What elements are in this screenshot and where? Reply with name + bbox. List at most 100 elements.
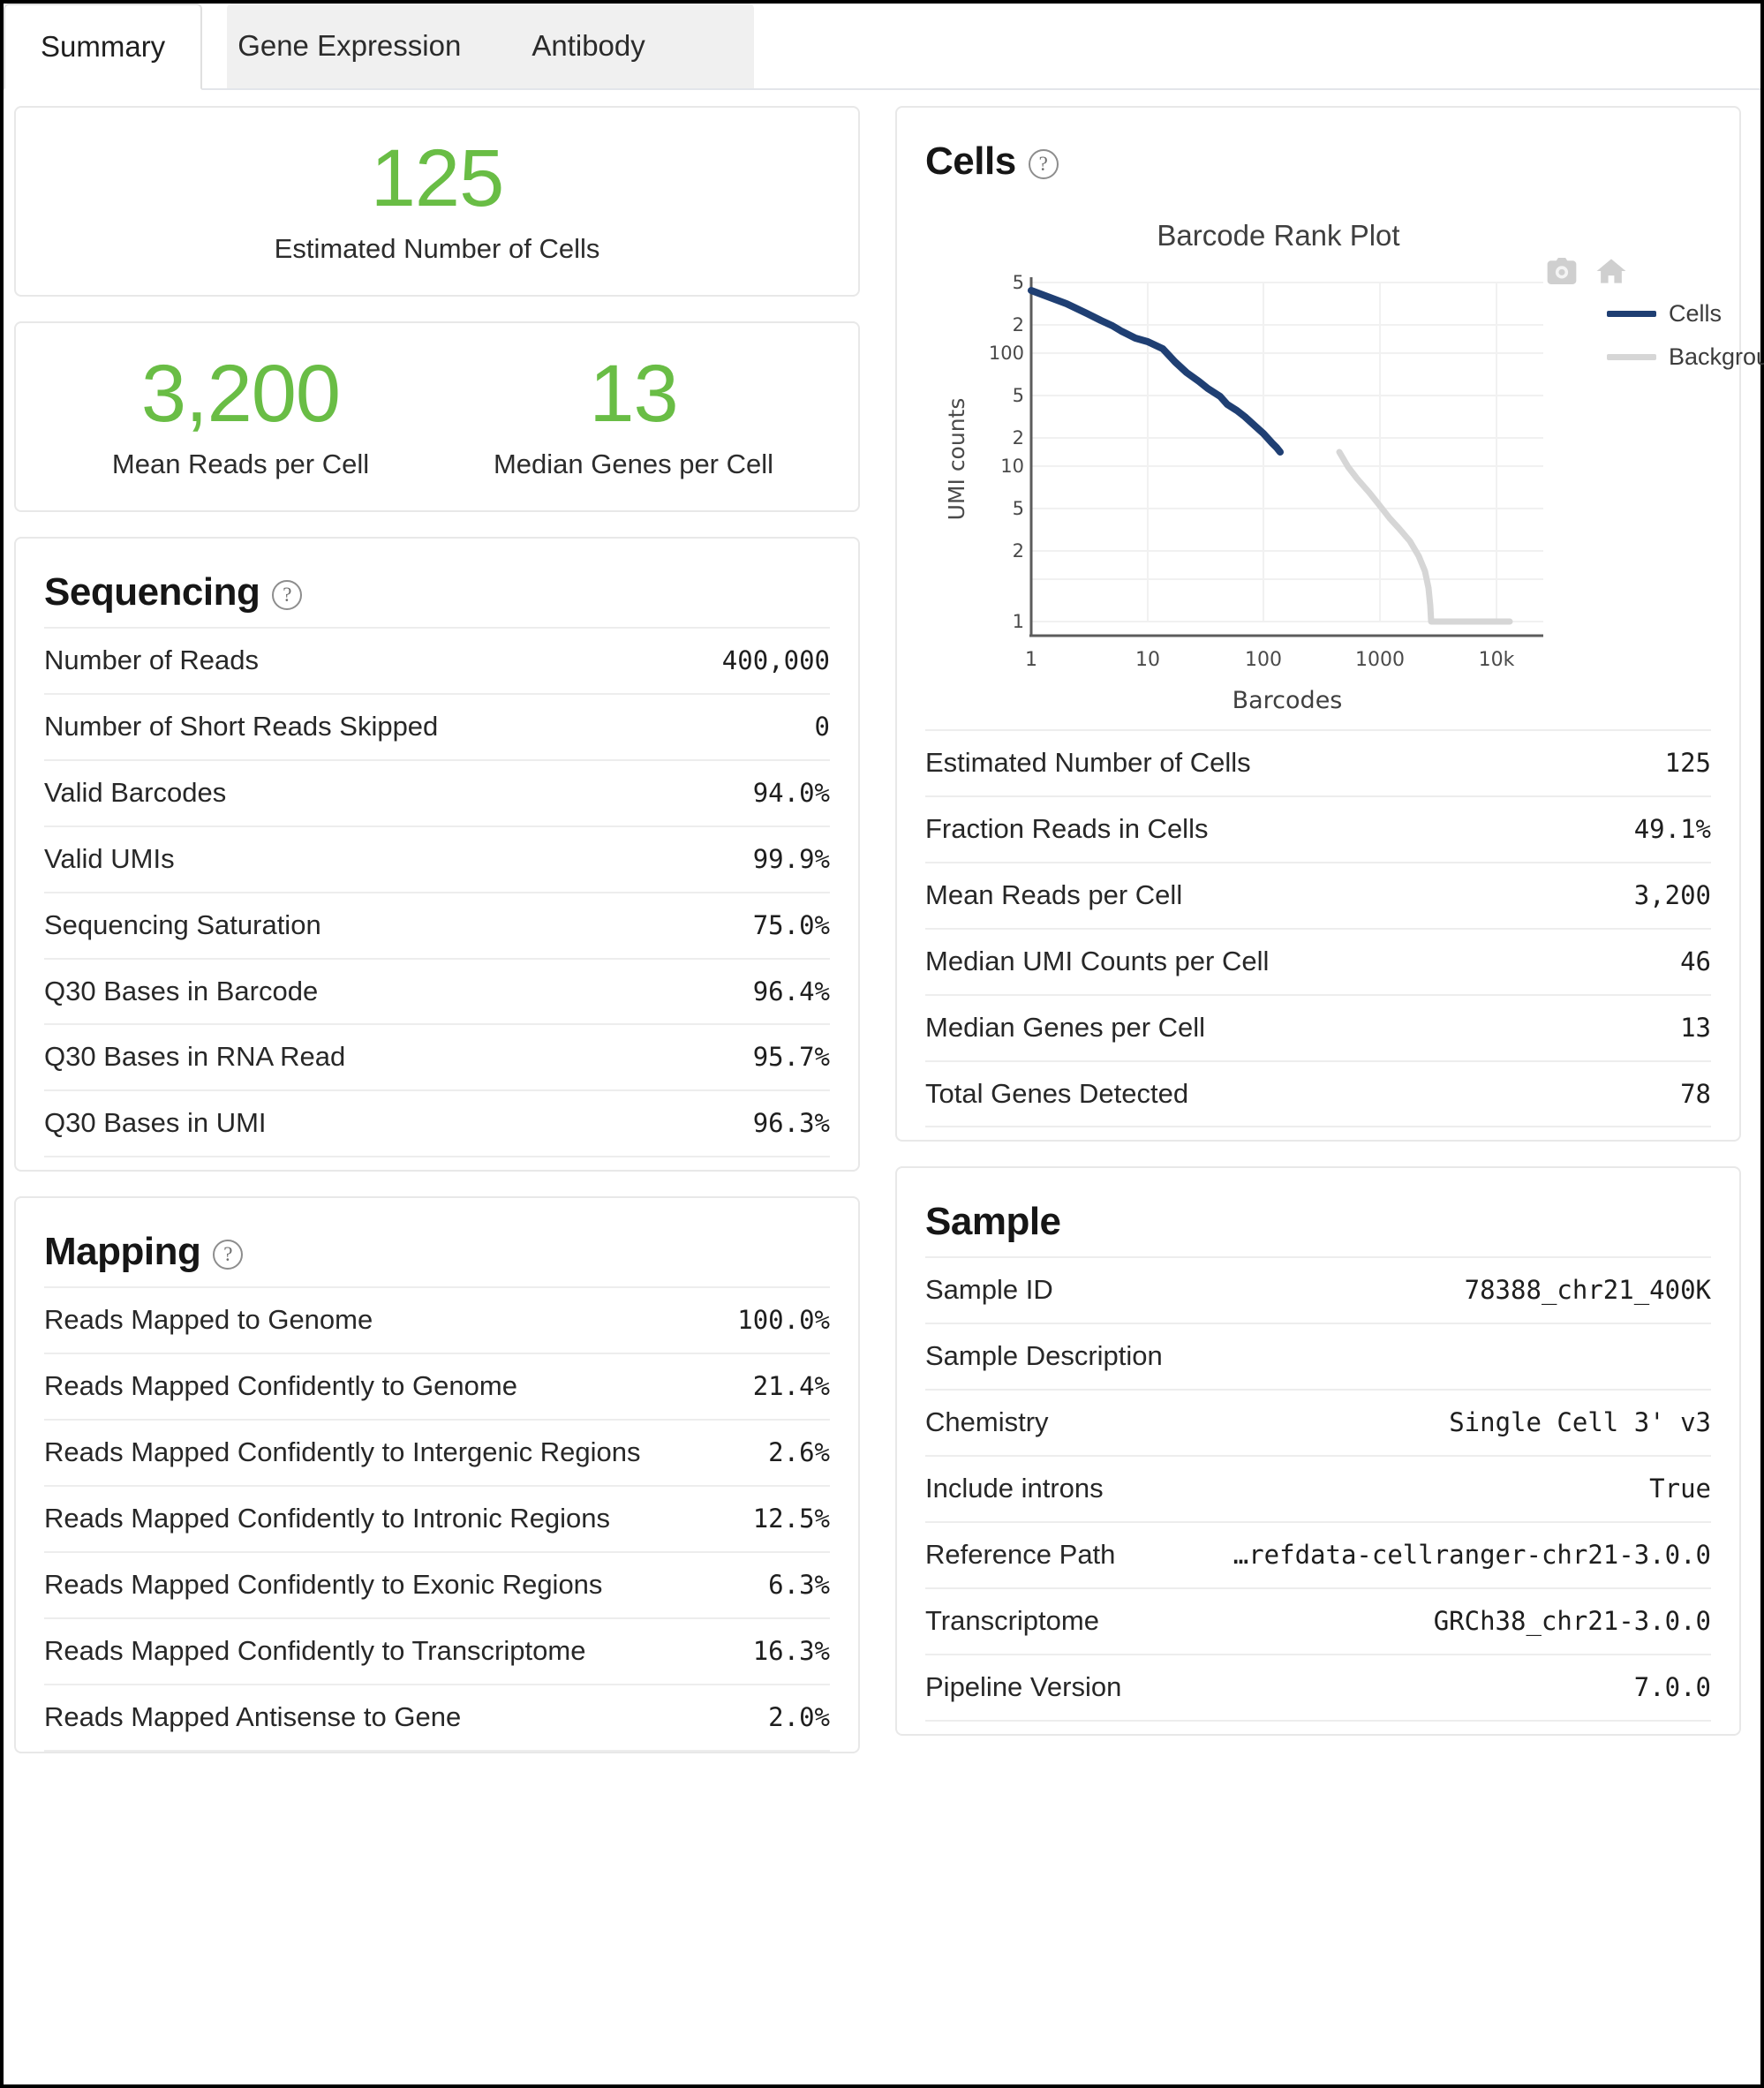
table-row-value: Single Cell 3' v3 bbox=[1449, 1407, 1711, 1438]
table-row: Number of Reads 400,000 bbox=[44, 628, 830, 694]
sequencing-table: Number of Reads 400,000 Number of Short Re… bbox=[44, 627, 830, 1157]
table-row-value: 2.0% bbox=[768, 1701, 830, 1732]
svg-text:1000: 1000 bbox=[1355, 649, 1405, 671]
table-row-value: 6.3% bbox=[768, 1569, 830, 1600]
table-row-key: Reads Mapped Antisense to Gene bbox=[44, 1700, 462, 1732]
table-row-value: 95.7% bbox=[752, 1042, 830, 1073]
table-row: Mean Reads per Cell 3,200 bbox=[925, 862, 1711, 929]
svg-text:1: 1 bbox=[1025, 649, 1037, 671]
table-row: Number of Short Reads Skipped 0 bbox=[44, 693, 830, 760]
table-row-key: Include introns bbox=[925, 1473, 1104, 1504]
help-icon[interactable]: ? bbox=[272, 580, 303, 610]
help-icon-glyph: ? bbox=[223, 1243, 233, 1266]
svg-text:10: 10 bbox=[1135, 649, 1160, 671]
tab-antibody-label: Antibody bbox=[531, 29, 645, 62]
table-row-key: Reads Mapped Confidently to Exonic Regio… bbox=[44, 1568, 603, 1600]
tab-summary[interactable]: Summary bbox=[4, 4, 203, 90]
table-row-key: Sequencing Saturation bbox=[44, 908, 321, 940]
mapping-table: Reads Mapped to Genome 100.0% Reads Mapped… bbox=[44, 1286, 830, 1751]
barcode-rank-plot-canvas[interactable]: 5 2 100 5 2 10 5 2 1 1 10 100 1000 10k U… bbox=[925, 256, 1720, 715]
table-row: Total Genes Detected 78 bbox=[925, 1060, 1711, 1127]
table-row: Reference Path …refdata-cellranger-chr21-… bbox=[925, 1522, 1711, 1588]
barcode-rank-plot[interactable]: Barcode Rank Plot 5 2 100 5 2 10 5 2 1 1… bbox=[925, 219, 1764, 714]
summary-page: 125 Estimated Number of Cells 3,200 Mean… bbox=[4, 90, 1764, 1753]
svg-text:1: 1 bbox=[1013, 611, 1024, 632]
plot-toolbar bbox=[1547, 258, 1626, 289]
plot-legend: Cells Background bbox=[1607, 300, 1764, 387]
table-row-key: Transcriptome bbox=[925, 1604, 1099, 1636]
table-row-value: 94.0% bbox=[752, 777, 830, 808]
tab-gene-expression[interactable]: Gene Expression bbox=[202, 4, 496, 88]
metric-estimated-cells: 125 Estimated Number of Cells bbox=[44, 138, 830, 265]
table-row: Sample Description bbox=[925, 1323, 1711, 1390]
svg-text:2: 2 bbox=[1013, 427, 1024, 449]
table-row-value: GRCh38_chr21-3.0.0 bbox=[1433, 1605, 1711, 1636]
tab-summary-label: Summary bbox=[41, 30, 166, 63]
table-row-value: 100.0% bbox=[737, 1305, 830, 1336]
sequencing-title: Sequencing bbox=[44, 570, 260, 614]
left-column: 125 Estimated Number of Cells 3,200 Mean… bbox=[14, 106, 860, 1753]
table-row-value: True bbox=[1649, 1474, 1711, 1504]
sequencing-table-spacer bbox=[44, 1157, 830, 1170]
table-row-value: 125 bbox=[1664, 748, 1711, 778]
table-row: Fraction Reads in Cells 49.1% bbox=[925, 795, 1711, 863]
svg-text:100: 100 bbox=[989, 343, 1024, 364]
legend-item-cells[interactable]: Cells bbox=[1607, 300, 1764, 328]
table-row-value: 400,000 bbox=[721, 645, 830, 675]
table-row: Reads Mapped Confidently to Intronic Reg… bbox=[44, 1485, 830, 1552]
table-row: Transcriptome GRCh38_chr21-3.0.0 bbox=[925, 1587, 1711, 1655]
svg-text:2: 2 bbox=[1013, 314, 1024, 335]
sequencing-table-body: Number of Reads 400,000 Number of Short Re… bbox=[44, 628, 830, 1157]
svg-text:2: 2 bbox=[1013, 540, 1024, 562]
table-row-key: Reference Path bbox=[925, 1539, 1116, 1571]
tab-gene-expression-label: Gene Expression bbox=[237, 29, 462, 62]
mapping-title: Mapping bbox=[44, 1230, 201, 1274]
home-icon[interactable] bbox=[1596, 258, 1626, 289]
svg-text:10k: 10k bbox=[1479, 649, 1515, 671]
table-row-key: Total Genes Detected bbox=[925, 1077, 1189, 1109]
sample-table-body: Sample ID 78388_chr21_400K Sample Descript… bbox=[925, 1257, 1711, 1721]
table-row: Valid UMIs 99.9% bbox=[44, 825, 830, 893]
table-row: Reads Mapped Confidently to Transcriptom… bbox=[44, 1617, 830, 1685]
table-row: Chemistry Single Cell 3' v3 bbox=[925, 1390, 1711, 1456]
table-row-value: 12.5% bbox=[752, 1503, 830, 1534]
tab-antibody[interactable]: Antibody bbox=[496, 4, 680, 88]
table-row-value: 96.4% bbox=[752, 976, 830, 1006]
table-row-value: 13 bbox=[1680, 1012, 1711, 1043]
table-row-value: 96.3% bbox=[752, 1108, 830, 1139]
legend-item-background[interactable]: Background bbox=[1607, 343, 1764, 371]
cells-heading: Cells ? bbox=[925, 108, 1711, 196]
table-row-value: 0 bbox=[814, 711, 830, 742]
table-row-value: 21.4% bbox=[752, 1371, 830, 1402]
sample-title: Sample bbox=[925, 1200, 1061, 1244]
table-row-value: 78388_chr21_400K bbox=[1464, 1275, 1711, 1306]
table-row-key: Valid Barcodes bbox=[44, 776, 227, 808]
card-estimated-cells: 125 Estimated Number of Cells bbox=[14, 106, 860, 297]
table-row: Sample ID 78388_chr21_400K bbox=[925, 1257, 1711, 1323]
legend-swatch-cells bbox=[1607, 311, 1656, 317]
table-row-value: 75.0% bbox=[752, 909, 830, 940]
help-icon-glyph: ? bbox=[283, 584, 292, 606]
card-reads-genes: 3,200 Mean Reads per Cell 13 Median Gene… bbox=[14, 321, 860, 512]
table-row-value: 99.9% bbox=[752, 843, 830, 874]
table-row-key: Reads Mapped Confidently to Intronic Reg… bbox=[44, 1502, 611, 1534]
help-icon-glyph: ? bbox=[1038, 153, 1048, 175]
help-icon[interactable]: ? bbox=[1028, 149, 1059, 179]
table-row-key: Sample Description bbox=[925, 1340, 1163, 1372]
mapping-table-body: Reads Mapped to Genome 100.0% Reads Mapped… bbox=[44, 1287, 830, 1751]
table-row: Estimated Number of Cells 125 bbox=[925, 730, 1711, 796]
table-row: Reads Mapped Confidently to Genome 21.4% bbox=[44, 1353, 830, 1420]
plot-y-tick-labels: 5 2 100 5 2 10 5 2 1 bbox=[989, 272, 1024, 632]
legend-label-cells: Cells bbox=[1669, 300, 1723, 327]
help-icon[interactable]: ? bbox=[213, 1240, 244, 1270]
table-row-key: Q30 Bases in Barcode bbox=[44, 975, 319, 1006]
plot-series-background bbox=[1336, 449, 1513, 625]
cells-title: Cells bbox=[925, 139, 1016, 183]
camera-icon[interactable] bbox=[1547, 258, 1577, 289]
table-row-key: Fraction Reads in Cells bbox=[925, 812, 1209, 844]
metric-median-genes-value: 13 bbox=[589, 349, 678, 439]
table-row: Pipeline Version 7.0.0 bbox=[925, 1654, 1711, 1721]
table-row-key: Number of Reads bbox=[44, 644, 259, 675]
plot-x-tick-labels: 1 10 100 1000 10k bbox=[1025, 649, 1515, 671]
table-row-key: Reads Mapped to Genome bbox=[44, 1304, 373, 1336]
